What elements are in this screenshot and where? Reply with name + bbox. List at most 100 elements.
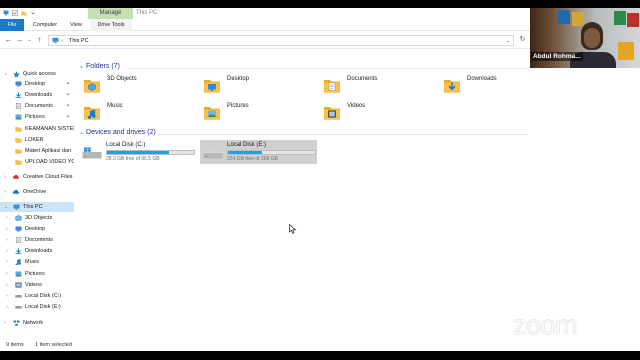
new-folder-icon[interactable]: [21, 10, 27, 16]
breadcrumb-separator-icon: ›: [61, 38, 63, 44]
sidebar-item-pictures[interactable]: Pictures ✦: [0, 112, 74, 122]
sidebar-item-label: Quick access: [23, 71, 56, 77]
drive-item-local-disk-e[interactable]: Local Disk (E:) 224 GB free of 368 GB: [200, 140, 317, 164]
breadcrumb-this-pc[interactable]: This PC: [69, 36, 89, 46]
status-bar: 9 items 1 item selected: [0, 341, 530, 351]
pin-icon[interactable]: ✦: [66, 90, 70, 100]
sidebar-item-label: OneDrive: [23, 189, 47, 195]
sidebar-item-videos[interactable]: › Videos: [0, 280, 74, 290]
folder-item-pictures[interactable]: Pictures: [199, 101, 309, 125]
chevron-right-icon[interactable]: ›: [4, 187, 6, 197]
sidebar-item-local-disk-c[interactable]: › Local Disk (C:): [0, 291, 74, 301]
folder-item-desktop[interactable]: Desktop: [199, 74, 309, 98]
sidebar-item-upload-video-yo[interactable]: UPLOAD VIDEO YO: [0, 157, 74, 167]
pin-icon[interactable]: ✦: [66, 79, 70, 89]
drive-usage-bar: [227, 150, 316, 155]
tab-view[interactable]: View: [66, 19, 86, 31]
chevron-right-icon[interactable]: ›: [6, 257, 8, 267]
properties-icon[interactable]: [12, 10, 18, 16]
tab-drive-tools[interactable]: Drive Tools: [90, 19, 132, 31]
chevron-right-icon[interactable]: ›: [6, 269, 8, 279]
desktop-folder-icon: [204, 80, 220, 93]
desktop-icon: [15, 226, 22, 232]
sidebar-item-onedrive[interactable]: › OneDrive: [0, 187, 74, 197]
pin-icon[interactable]: ✦: [66, 101, 70, 111]
up-arrow-icon[interactable]: ↑: [35, 35, 44, 45]
sidebar-item-this-pc[interactable]: ⌄ This PC: [0, 202, 74, 212]
sidebar-item-label: Documents: [25, 237, 53, 243]
creative-cloud-icon: [13, 174, 20, 179]
sidebar-item-label: This PC: [23, 204, 43, 210]
chevron-right-icon[interactable]: ›: [6, 280, 8, 290]
sidebar-item-label: Downloads: [25, 248, 53, 254]
sidebar-item-keamanan-sistem[interactable]: KEAMANAN SISTEM: [0, 124, 74, 134]
participant-name: Abdul Rohma...: [531, 52, 583, 61]
sidebar-item-documents[interactable]: Documents ✦: [0, 101, 74, 111]
sidebar-item-documents[interactable]: › Documents: [0, 235, 74, 245]
sidebar-item-loker[interactable]: LOKER: [0, 135, 74, 145]
documents-icon: [15, 103, 22, 109]
sidebar-item-desktop[interactable]: › Desktop: [0, 224, 74, 234]
documents-icon: [15, 237, 22, 243]
chevron-right-icon[interactable]: ›: [6, 213, 8, 223]
chevron-right-icon[interactable]: ›: [4, 318, 6, 328]
chevron-right-icon[interactable]: ›: [6, 291, 8, 301]
tab-computer[interactable]: Computer: [28, 19, 62, 31]
drives-group-header[interactable]: ⌄ Devices and drives (2): [79, 128, 156, 138]
windows-drive-icon: [82, 147, 102, 159]
forward-arrow-icon[interactable]: →: [15, 35, 24, 45]
folders-group-header[interactable]: ⌄ Folders (7): [79, 62, 120, 72]
manage-tab[interactable]: Manage: [88, 8, 133, 19]
poster-image: [627, 13, 639, 27]
folder-label: Videos: [347, 103, 366, 109]
qat-dropdown-icon[interactable]: [30, 10, 36, 16]
refresh-icon[interactable]: ↻: [518, 35, 527, 45]
sidebar-item-creative-cloud-files[interactable]: › Creative Cloud Files: [0, 172, 74, 182]
sidebar-item-downloads[interactable]: Downloads ✦: [0, 90, 74, 100]
sidebar-item-label: UPLOAD VIDEO YO: [25, 159, 74, 165]
sidebar-item-network[interactable]: › Network: [0, 318, 74, 328]
sidebar-item-3d-objects[interactable]: › 3D Objects: [0, 213, 74, 223]
folder-item-music[interactable]: Music: [79, 101, 189, 125]
ribbon-tabs: File Computer View Drive Tools: [0, 19, 530, 31]
sidebar-item-quick-access[interactable]: ⌄ Quick access: [0, 69, 74, 79]
sidebar-item-pictures[interactable]: › Pictures: [0, 269, 74, 279]
address-dropdown-icon[interactable]: ⌄: [506, 36, 510, 46]
computer-icon: [3, 10, 9, 16]
sidebar-item-label: Downloads: [25, 92, 53, 98]
chevron-right-icon[interactable]: ›: [6, 302, 8, 312]
folder-item-downloads[interactable]: Downloads: [439, 74, 549, 98]
drive-free-space: 224 GB free of 368 GB: [227, 156, 278, 162]
address-bar[interactable]: › This PC ⌄: [48, 35, 514, 46]
sidebar-item-desktop[interactable]: Desktop ✦: [0, 79, 74, 89]
folder-label: 3D Objects: [107, 76, 137, 82]
sidebar-item-label: Desktop: [25, 226, 46, 232]
drives-group-label: Devices and drives (2): [86, 129, 156, 136]
sidebar-item-music[interactable]: › Music: [0, 257, 74, 267]
chevron-down-icon: ⌄: [79, 130, 85, 136]
back-arrow-icon[interactable]: ←: [4, 35, 13, 45]
drive-item-local-disk-c[interactable]: Local Disk (C:) 28.3 GB free of 96.5 GB: [79, 140, 196, 164]
chevron-down-icon[interactable]: ⌄: [4, 69, 8, 79]
drive-icon: [203, 151, 223, 159]
folder-item-3d-objects[interactable]: 3D Objects: [79, 74, 189, 98]
sidebar-item-downloads[interactable]: › Downloads: [0, 246, 74, 256]
computer-icon: [52, 37, 59, 44]
sidebar-item-label: Pictures: [25, 271, 45, 277]
folder-item-documents[interactable]: Documents: [319, 74, 429, 98]
folder-item-videos[interactable]: Videos: [319, 101, 429, 125]
sidebar-item-label: Pictures: [25, 114, 45, 120]
chevron-right-icon[interactable]: ›: [6, 224, 8, 234]
status-selection: 1 item selected: [35, 342, 72, 348]
tab-file[interactable]: File: [0, 19, 24, 31]
recent-locations-icon[interactable]: ⌄: [25, 35, 34, 45]
chevron-right-icon[interactable]: ›: [6, 246, 8, 256]
drive-label: Local Disk (C:): [106, 142, 146, 148]
chevron-down-icon[interactable]: ⌄: [4, 202, 8, 212]
chevron-right-icon[interactable]: ›: [4, 172, 6, 182]
sidebar-item-materi-aplikasi-dan[interactable]: Materi Aplikasi dan: [0, 146, 74, 156]
chevron-right-icon[interactable]: ›: [6, 235, 8, 245]
pin-icon[interactable]: ✦: [66, 112, 70, 122]
sidebar-item-local-disk-e[interactable]: › Local Disk (E:): [0, 302, 74, 312]
pictures-icon: [15, 271, 22, 277]
